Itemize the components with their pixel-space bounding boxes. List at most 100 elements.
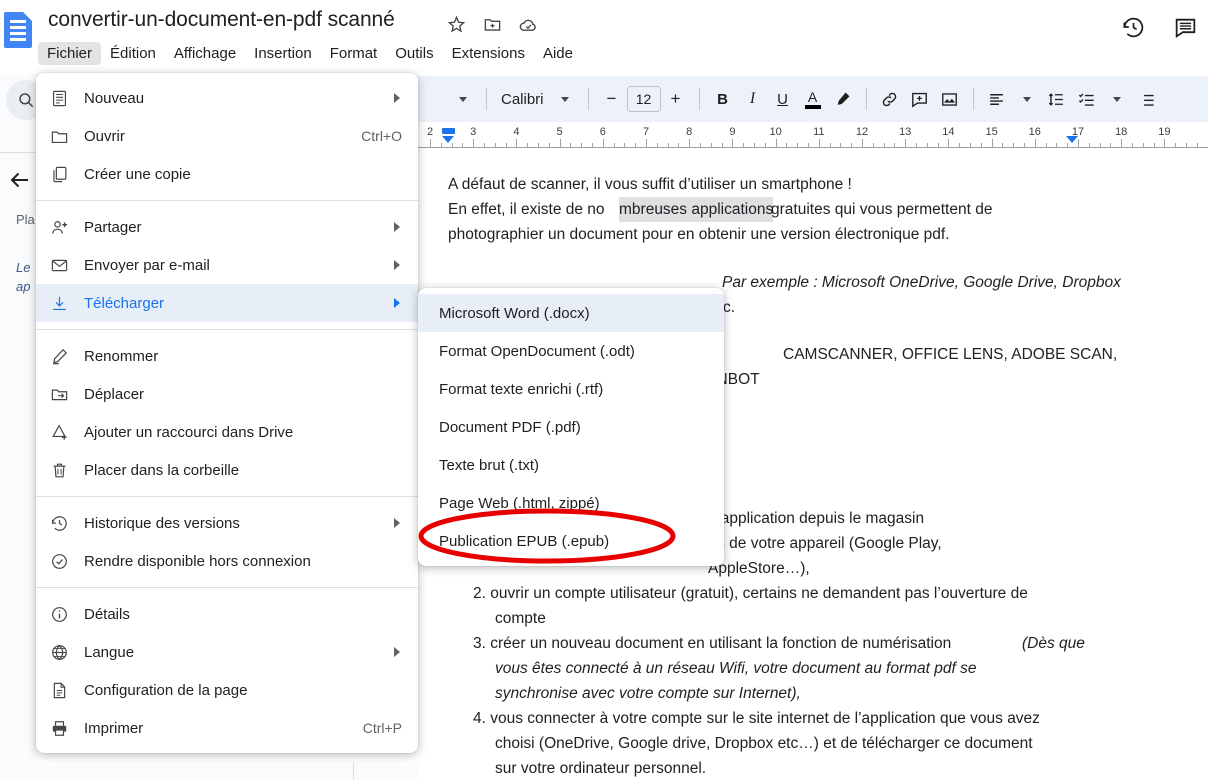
move-folder-icon xyxy=(50,385,84,404)
align-button[interactable] xyxy=(982,84,1012,114)
download-option-document-pdf-pdf[interactable]: Document PDF (.pdf) xyxy=(418,408,724,446)
file-menu-item-nouveau[interactable]: Nouveau xyxy=(36,79,418,117)
bulleted-list-button[interactable] xyxy=(1132,84,1162,114)
menu-format[interactable]: Format xyxy=(321,42,387,65)
add-comment-button[interactable] xyxy=(905,84,935,114)
submenu-arrow-icon xyxy=(394,518,400,528)
ruler-minor-tick xyxy=(592,143,593,148)
first-line-indent-marker[interactable] xyxy=(442,136,454,143)
increase-font-size-button[interactable]: + xyxy=(661,84,691,114)
file-menu-item-ouvrir[interactable]: Ouvrir Ctrl+O xyxy=(36,117,418,155)
file-menu-item-renommer[interactable]: Renommer xyxy=(36,337,418,375)
text-color-letter: A xyxy=(807,88,818,105)
decrease-font-size-button[interactable]: − xyxy=(597,84,627,114)
file-menu-item-cr-er-une-copie[interactable]: Créer une copie xyxy=(36,155,418,193)
ruler-minor-tick xyxy=(548,143,550,148)
file-menu-item-imprimer[interactable]: Imprimer Ctrl+P xyxy=(36,709,418,747)
ruler-minor-tick xyxy=(916,143,917,148)
file-menu-item-label: Imprimer xyxy=(84,719,144,737)
font-family-caret-icon[interactable] xyxy=(550,84,580,114)
align-caret-icon[interactable] xyxy=(1012,84,1042,114)
menu-extensions[interactable]: Extensions xyxy=(443,42,534,65)
document-text-line: gratuites qui vous permettent de xyxy=(771,201,993,218)
download-option-format-opendocument-odt[interactable]: Format OpenDocument (.odt) xyxy=(418,332,724,370)
menu-outils[interactable]: Outils xyxy=(386,42,442,65)
saved-to-drive-icon[interactable] xyxy=(517,13,539,35)
version-history-icon[interactable] xyxy=(1120,14,1146,40)
star-icon[interactable] xyxy=(445,13,467,35)
download-option-format-texte-enrichi-rtf[interactable]: Format texte enrichi (.rtf) xyxy=(418,370,724,408)
comment-history-icon[interactable] xyxy=(1172,14,1198,40)
ruler-major-tick xyxy=(430,139,431,148)
file-menu-item-langue[interactable]: Langue xyxy=(36,633,418,671)
file-menu-item-rendre-disponible-hors-connexion[interactable]: Rendre disponible hors connexion xyxy=(36,542,418,580)
line-spacing-button[interactable] xyxy=(1042,84,1072,114)
right-indent-marker[interactable] xyxy=(1066,136,1078,143)
file-menu-item-label: Créer une copie xyxy=(84,165,191,183)
menu-edition[interactable]: Édition xyxy=(101,42,165,65)
menu-aide[interactable]: Aide xyxy=(534,42,582,65)
ruler-major-tick xyxy=(516,139,518,148)
font-size-input[interactable]: 12 xyxy=(626,86,661,112)
file-menu-item-t-l-charger[interactable]: Télécharger xyxy=(36,284,418,322)
file-menu-item-partager[interactable]: Partager xyxy=(36,208,418,246)
ruler-major-tick xyxy=(732,139,734,148)
document-title[interactable]: convertir-un-document-en-pdf scanné xyxy=(48,8,395,32)
more-caret-icon[interactable] xyxy=(448,84,478,114)
checklist-caret-icon[interactable] xyxy=(1102,84,1132,114)
download-option-label: Format texte enrichi (.rtf) xyxy=(439,380,604,398)
move-to-folder-icon[interactable] xyxy=(481,13,503,35)
file-menu-item-shortcut: Ctrl+O xyxy=(361,128,402,144)
font-family-dropdown[interactable]: Calibri xyxy=(495,84,550,114)
file-menu-item-d-tails[interactable]: Détails xyxy=(36,595,418,633)
menu-fichier[interactable]: Fichier xyxy=(38,42,102,65)
menu-insertion[interactable]: Insertion xyxy=(245,42,321,65)
file-menu-item-label: Déplacer xyxy=(84,385,145,403)
file-menu-item-configuration-de-la-page[interactable]: Configuration de la page xyxy=(36,671,418,709)
file-menu-item-label: Télécharger xyxy=(84,294,165,312)
insert-link-button[interactable] xyxy=(875,84,905,114)
ruler-minor-tick xyxy=(527,143,529,148)
menu-separator xyxy=(36,587,418,588)
download-option-microsoft-word-docx[interactable]: Microsoft Word (.docx) xyxy=(418,294,724,332)
ruler-minor-tick xyxy=(678,143,680,148)
file-menu-item-placer-dans-la-corbeille[interactable]: Placer dans la corbeille xyxy=(36,451,418,489)
ruler-number: 15 xyxy=(985,126,998,138)
ruler-minor-tick xyxy=(1142,143,1144,148)
insert-image-button[interactable] xyxy=(935,84,965,114)
left-indent-bar[interactable] xyxy=(442,128,455,134)
download-option-texte-brut-txt[interactable]: Texte brut (.txt) xyxy=(418,446,724,484)
file-menu-item-historique-des-versions[interactable]: Historique des versions xyxy=(36,504,418,542)
ruler-number: 11 xyxy=(813,126,825,138)
file-menu-item-label: Placer dans la corbeille xyxy=(84,461,240,479)
file-menu-item-label: Détails xyxy=(84,605,130,623)
bottom-strip xyxy=(0,763,418,780)
italic-button[interactable]: I xyxy=(738,84,768,114)
checklist-button[interactable] xyxy=(1072,84,1102,114)
ruler-major-tick xyxy=(818,139,820,148)
submenu-arrow-icon xyxy=(394,222,400,232)
file-menu-item-ajouter-un-raccourci-dans-drive[interactable]: Ajouter un raccourci dans Drive xyxy=(36,413,418,451)
download-option-page-web-html-zipp[interactable]: Page Web (.html, zippé) xyxy=(418,484,724,522)
document-text-line: choisi (OneDrive, Google drive, Dropbox … xyxy=(495,735,1033,752)
download-submenu-panel[interactable]: Microsoft Word (.docx) Format OpenDocumen… xyxy=(418,288,724,566)
text-color-button[interactable]: A xyxy=(798,84,828,114)
document-ruler[interactable]: 2 3 4 5 6 7 8 9 10 11 12 13 14 15 16 17 18 19 xyxy=(418,124,1208,154)
bold-button[interactable]: B xyxy=(708,84,738,114)
ruler-minor-tick xyxy=(1175,143,1177,148)
toolbar-divider xyxy=(486,88,487,110)
menu-affichage[interactable]: Affichage xyxy=(165,42,245,65)
underline-button[interactable]: U xyxy=(768,84,798,114)
google-docs-logo-icon[interactable] xyxy=(4,12,32,48)
trash-icon xyxy=(50,461,84,480)
text-color-swatch xyxy=(804,104,821,109)
ruler-number: 12 xyxy=(855,126,869,138)
highlight-color-button[interactable] xyxy=(828,84,858,114)
download-option-publication-epub-epub[interactable]: Publication EPUB (.epub) xyxy=(418,522,724,560)
person-add-icon xyxy=(50,218,84,237)
file-menu-item-d-placer[interactable]: Déplacer xyxy=(36,375,418,413)
file-menu-panel[interactable]: Nouveau Ouvrir Ctrl+O Créer une copie Partag… xyxy=(36,73,418,753)
file-menu-item-envoyer-par-e-mail[interactable]: Envoyer par e-mail xyxy=(36,246,418,284)
language-globe-icon xyxy=(50,643,84,662)
back-arrow-icon[interactable] xyxy=(8,168,32,197)
